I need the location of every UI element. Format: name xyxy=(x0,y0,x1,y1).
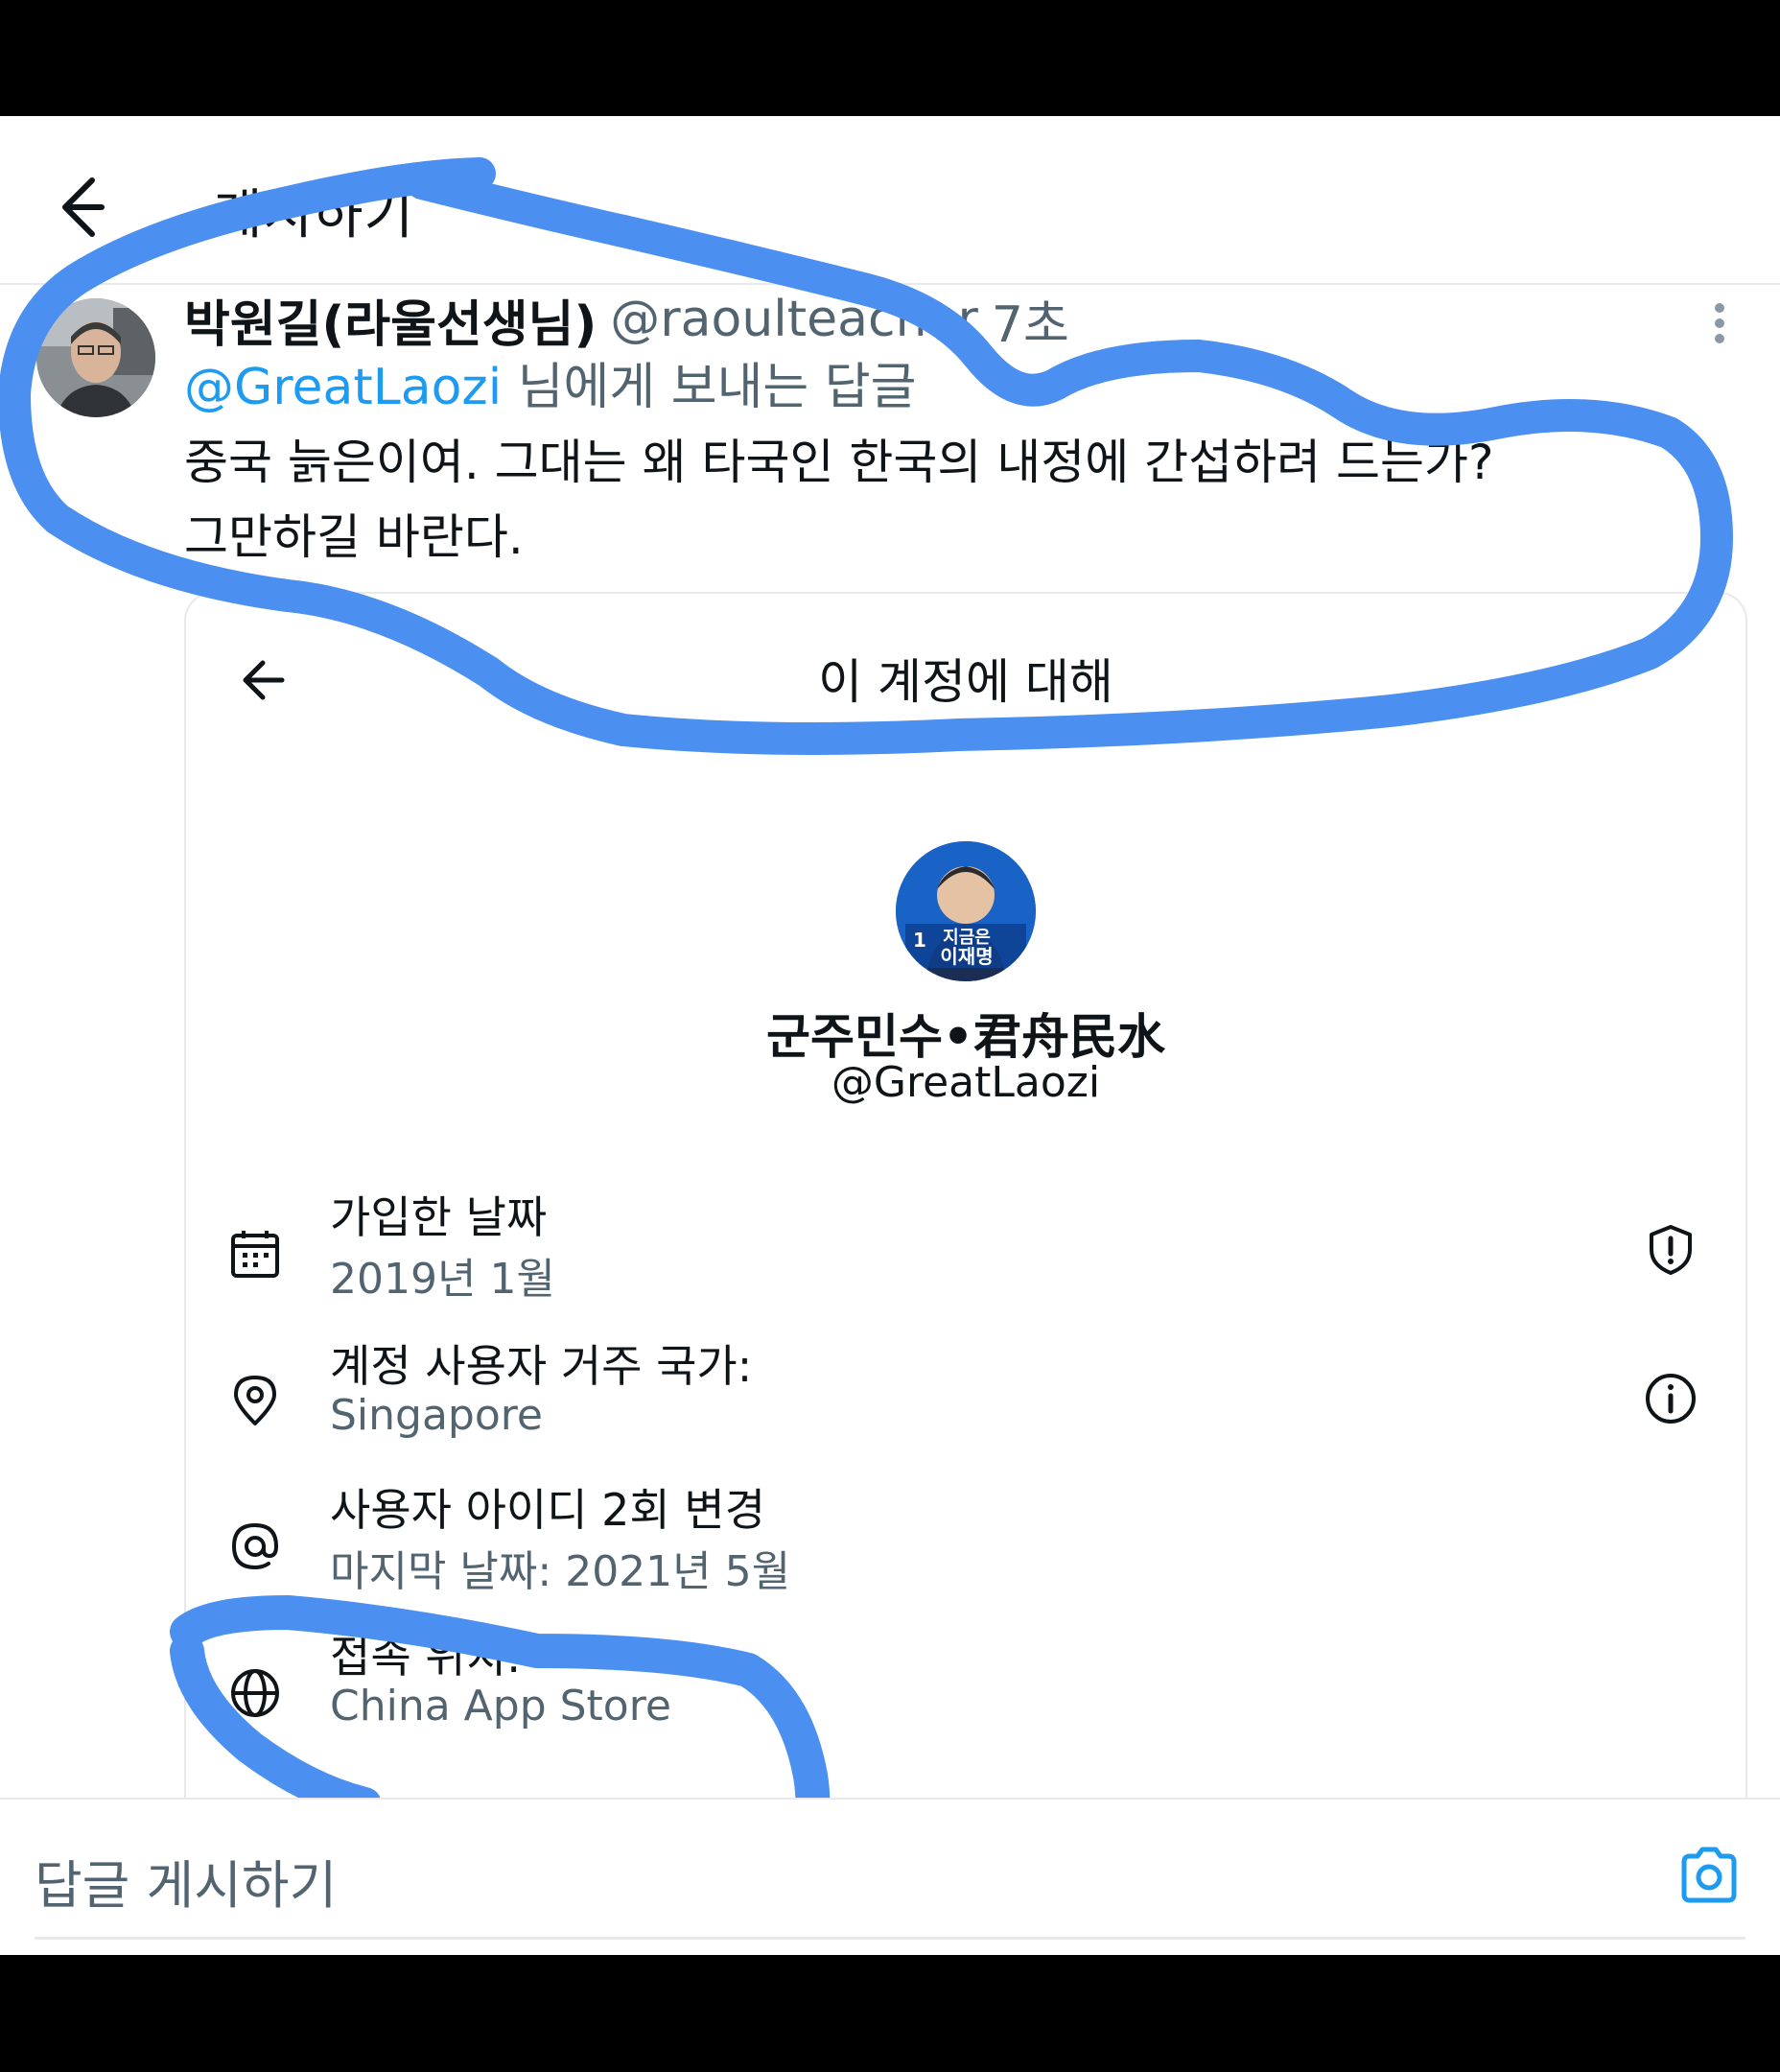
avatar-caption-line-2: 이재명 xyxy=(940,945,993,968)
screen: 게시하기 박원길(라울선생님) @raoulteacher 7초 @GreatL… xyxy=(0,116,1780,1955)
arrow-left-icon[interactable] xyxy=(50,169,127,246)
account-handle: @GreatLaozi xyxy=(831,1058,1101,1107)
calendar-icon xyxy=(228,1227,282,1281)
info-label: 가입한 날짜 xyxy=(330,1191,548,1243)
info-label: 사용자 아이디 2회 변경 xyxy=(330,1484,766,1536)
reply-input[interactable]: 답글 게시하기 xyxy=(35,1843,337,1919)
info-row-connected-via: 접속 위치: China App Store xyxy=(186,1618,1745,1762)
reply-to-mention[interactable]: @GreatLaozi xyxy=(184,359,502,416)
info-row-joined: 가입한 날짜 2019년 1월 xyxy=(186,1179,1745,1323)
info-row-country: 계정 사용자 거주 국가: Singapore xyxy=(186,1328,1745,1472)
author-name[interactable]: 박원길(라울선생님) xyxy=(184,284,597,356)
info-icon[interactable] xyxy=(1644,1372,1698,1425)
info-value: China App Store xyxy=(330,1682,671,1731)
info-row-username-changes: 사용자 아이디 2회 변경 마지막 날짜: 2021년 5월 xyxy=(186,1472,1745,1615)
shield-alert-icon[interactable] xyxy=(1644,1223,1698,1277)
tweet-text-line-2: 그만하길 바란다. xyxy=(184,509,524,565)
avatar-badge: 1 xyxy=(913,929,926,952)
composer-underline xyxy=(35,1937,1745,1940)
info-label: 계정 사용자 거주 국가: xyxy=(330,1340,753,1392)
camera-icon[interactable] xyxy=(1676,1843,1742,1908)
about-account-card: 이 계정에 대해 1 지금은 이재명 군주민수•君舟民水 @GreatLaozi xyxy=(184,592,1747,1955)
info-value: 마지막 날짜: 2021년 5월 xyxy=(330,1547,791,1596)
page-title: 게시하기 xyxy=(213,184,415,247)
account-avatar: 1 지금은 이재명 xyxy=(896,841,1036,981)
info-label: 접속 위치: xyxy=(330,1631,522,1683)
info-value: Singapore xyxy=(330,1391,543,1440)
avatar[interactable] xyxy=(36,298,155,417)
system-bottom-bar xyxy=(0,1955,1780,2072)
card-title: 이 계정에 대해 xyxy=(818,654,1113,710)
tweet-time: 7초 xyxy=(991,295,1069,354)
reply-to-suffix: 님에게 보내는 답글 xyxy=(502,359,917,416)
reply-to-line: @GreatLaozi 님에게 보내는 답글 xyxy=(184,346,916,418)
globe-icon xyxy=(228,1666,282,1720)
location-pin-icon xyxy=(228,1374,282,1427)
info-value: 2019년 1월 xyxy=(330,1255,555,1304)
tweet-text: 중국 늙은이여. 그대는 왜 타국인 한국의 내정에 간섭하려 드는가? 그만하… xyxy=(184,425,1680,575)
tweet-text-line-1: 중국 늙은이여. 그대는 왜 타국인 한국의 내정에 간섭하려 드는가? xyxy=(184,435,1494,490)
more-vertical-icon[interactable] xyxy=(1705,294,1734,362)
at-sign-icon xyxy=(228,1519,282,1573)
author-handle[interactable]: @raoulteacher xyxy=(610,291,978,348)
